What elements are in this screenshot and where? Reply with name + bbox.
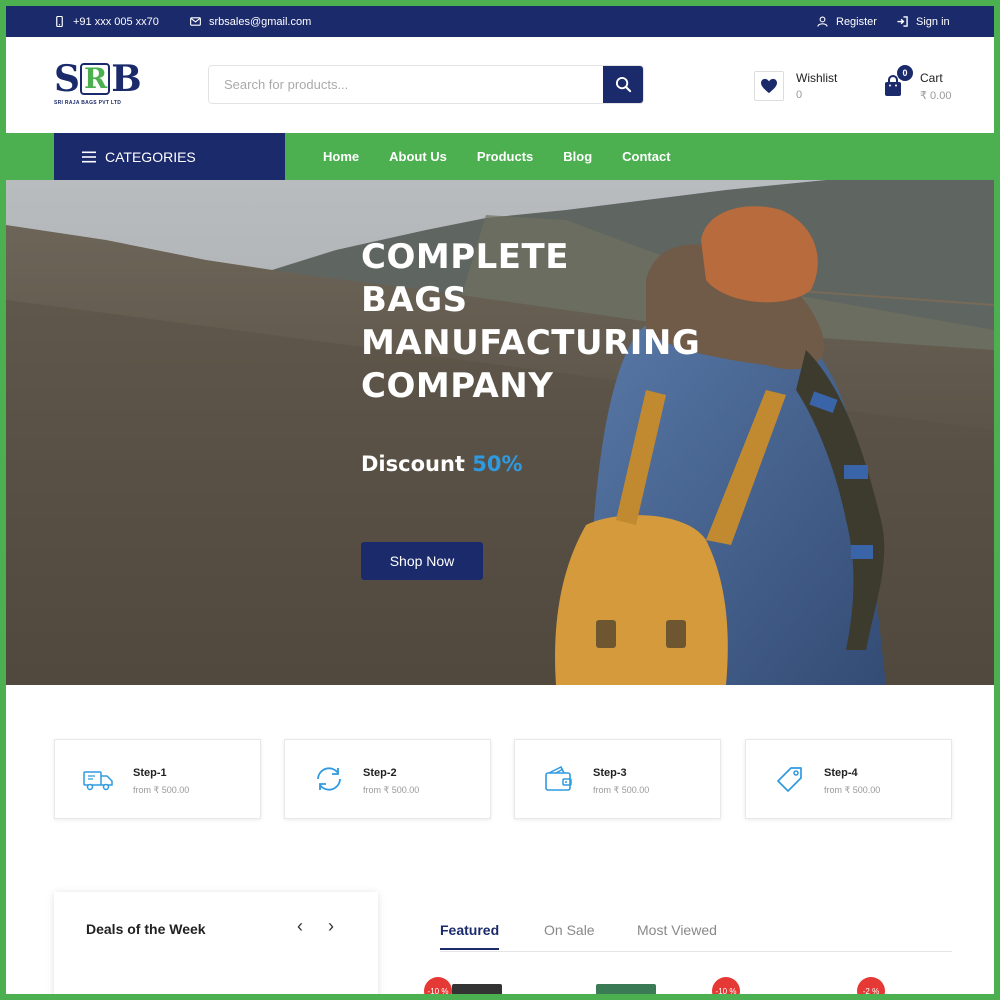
email-address: srbsales@gmail.com <box>209 15 312 28</box>
logo[interactable]: S R B SRI RAJA BAGS PVT LTD <box>54 58 142 115</box>
step-card[interactable]: Step-3 from ₹ 500.00 <box>514 739 721 819</box>
user-icon <box>817 16 828 27</box>
step-title: Step-3 <box>593 767 627 779</box>
top-bar: +91 xxx 005 xx70 srbsales@gmail.com Regi… <box>6 6 994 37</box>
signin-label: Sign in <box>916 15 950 28</box>
cart-icon-box: 0 <box>878 65 913 101</box>
logo-letter-r: R <box>80 63 111 95</box>
step-title: Step-2 <box>363 767 397 779</box>
tab-on-sale[interactable]: On Sale <box>544 922 595 938</box>
header: S R B SRI RAJA BAGS PVT LTD Wishlist 0 <box>6 37 994 133</box>
logo-mark: S R B <box>54 58 142 100</box>
nav-link-products[interactable]: Products <box>477 149 533 164</box>
step-card[interactable]: Step-2 from ₹ 500.00 <box>284 739 491 819</box>
phone-number: +91 xxx 005 xx70 <box>73 15 159 28</box>
product-tabs: Featured On Sale Most Viewed <box>440 922 952 952</box>
deals-next-button[interactable]: › <box>328 916 334 937</box>
step-title: Step-1 <box>133 767 167 779</box>
wishlist-label: Wishlist <box>796 71 838 85</box>
truck-icon <box>83 771 113 791</box>
discount-label: Discount <box>361 452 465 476</box>
main-nav: CATEGORIES Home About Us Products Blog C… <box>6 133 994 180</box>
cart-count-badge: 0 <box>897 65 913 81</box>
menu-icon <box>82 151 96 162</box>
deals-title: Deals of the Week <box>86 921 206 937</box>
register-label: Register <box>836 15 877 28</box>
nav-link-blog[interactable]: Blog <box>563 149 592 164</box>
wishlist-icon-box <box>754 71 784 101</box>
tag-icon <box>777 767 802 792</box>
hero-title-line: BAGS <box>361 280 468 320</box>
hero-title-line: COMPANY <box>361 366 554 406</box>
deals-of-week-panel: Deals of the Week ‹ › <box>54 892 378 994</box>
deals-prev-button[interactable]: ‹ <box>297 916 303 937</box>
tab-featured[interactable]: Featured <box>440 922 500 950</box>
step-subtitle: from ₹ 500.00 <box>824 785 881 795</box>
logo-letter-b: B <box>111 58 141 100</box>
tab-most-viewed[interactable]: Most Viewed <box>637 922 717 938</box>
categories-label: CATEGORIES <box>105 148 196 165</box>
sale-badge: -10 % <box>712 977 740 994</box>
product-thumbnail[interactable] <box>596 984 656 994</box>
sign-in-icon <box>897 16 908 27</box>
logo-letter-s: S <box>54 58 80 100</box>
nav-links: Home About Us Products Blog Contact <box>323 133 701 180</box>
hero-title-line: COMPLETE <box>361 237 569 277</box>
cart-label: Cart <box>920 71 943 85</box>
hero-discount: Discount 50% <box>361 452 523 476</box>
step-title: Step-4 <box>824 767 858 779</box>
search-bar <box>208 65 644 104</box>
nav-link-about-us[interactable]: About Us <box>389 149 447 164</box>
nav-link-contact[interactable]: Contact <box>622 149 670 164</box>
page-frame: +91 xxx 005 xx70 srbsales@gmail.com Regi… <box>6 6 994 994</box>
wishlist[interactable]: Wishlist 0 <box>754 71 837 101</box>
step-subtitle: from ₹ 500.00 <box>133 785 190 795</box>
step-subtitle: from ₹ 500.00 <box>593 785 650 795</box>
search-input[interactable] <box>209 66 603 103</box>
email-contact[interactable]: srbsales@gmail.com <box>190 6 311 37</box>
logo-subtitle: SRI RAJA BAGS PVT LTD <box>54 100 122 106</box>
wallet-icon <box>545 765 572 791</box>
phone-icon <box>56 16 63 27</box>
categories-button[interactable]: CATEGORIES <box>54 133 285 180</box>
phone-contact[interactable]: +91 xxx 005 xx70 <box>54 6 159 37</box>
step-card[interactable]: Step-1 from ₹ 500.00 <box>54 739 261 819</box>
discount-value: 50% <box>472 452 523 476</box>
search-button[interactable] <box>603 66 643 103</box>
step-card[interactable]: Step-4 from ₹ 500.00 <box>745 739 952 819</box>
steps-row: Step-1 from ₹ 500.00 Step-2 from ₹ 500.0… <box>54 739 954 819</box>
search-icon <box>615 76 631 93</box>
hero-title-line: MANUFACTURING <box>361 323 701 363</box>
wishlist-count: 0 <box>796 89 803 101</box>
nav-link-home[interactable]: Home <box>323 149 359 164</box>
hero-title: COMPLETE BAGS MANUFACTURING COMPANY <box>361 236 781 408</box>
shop-now-button[interactable]: Shop Now <box>361 542 483 580</box>
cart[interactable]: 0 Cart ₹ 0.00 <box>878 65 952 102</box>
signin-link[interactable]: Sign in <box>897 6 950 37</box>
hero-banner: COMPLETE BAGS MANUFACTURING COMPANY Disc… <box>6 180 994 685</box>
mail-icon <box>190 17 201 26</box>
product-thumbnail[interactable] <box>452 984 502 994</box>
refresh-icon <box>317 767 341 791</box>
cart-amount: ₹ 0.00 <box>920 90 952 102</box>
step-subtitle: from ₹ 500.00 <box>363 785 420 795</box>
heart-icon <box>761 78 777 94</box>
sale-badge: -10 % <box>424 977 452 994</box>
sale-badge: -2 % <box>857 977 885 994</box>
register-link[interactable]: Register <box>817 6 877 37</box>
